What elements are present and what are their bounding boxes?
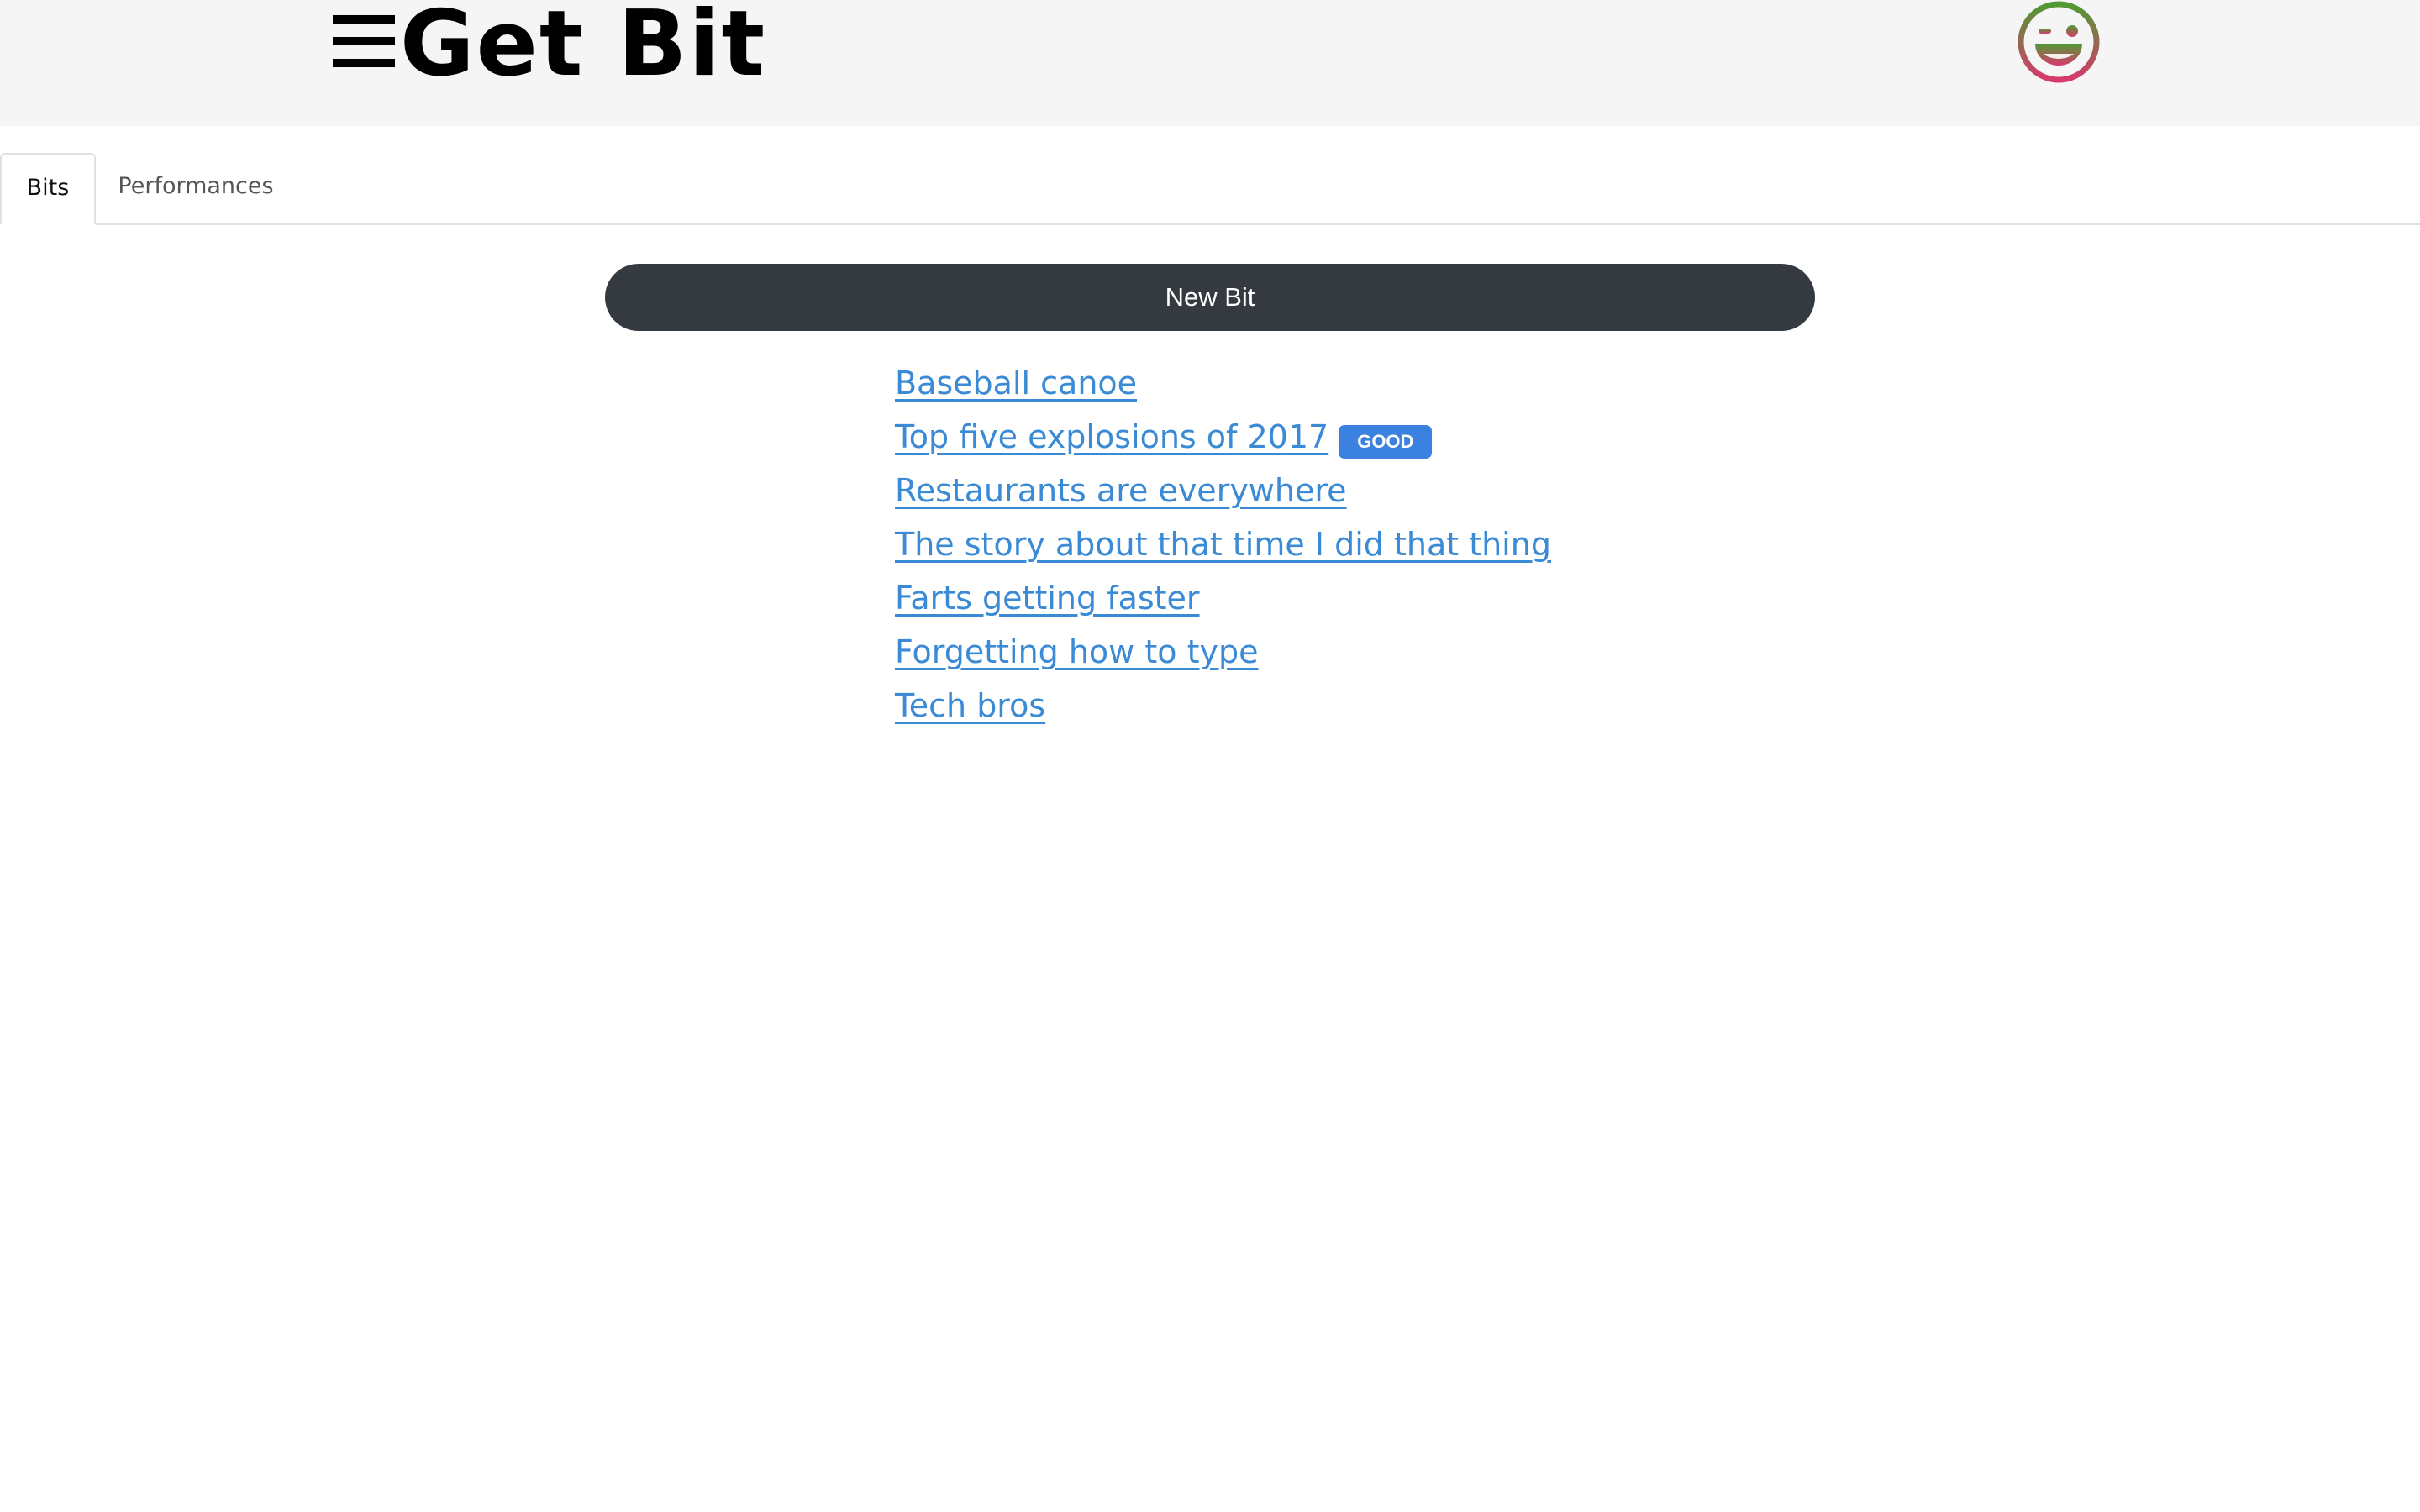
- tab-bar: Bits Performances: [0, 153, 2420, 225]
- list-item: The story about that time I did that thi…: [895, 517, 1551, 571]
- bit-link[interactable]: Farts getting faster: [895, 580, 1200, 617]
- page: Get Bit Bits Performances New Bit Baseba…: [0, 0, 2420, 1512]
- menu-line: [333, 15, 395, 24]
- menu-line: [333, 37, 395, 45]
- tab-bits[interactable]: Bits: [0, 153, 96, 225]
- bit-link[interactable]: Baseball canoe: [895, 365, 1137, 402]
- bit-link[interactable]: Tech bros: [895, 687, 1045, 724]
- bit-link[interactable]: The story about that time I did that thi…: [895, 526, 1551, 563]
- menu-line: [333, 59, 395, 67]
- list-item: Farts getting faster: [895, 571, 1551, 625]
- bit-link[interactable]: Restaurants are everywhere: [895, 472, 1347, 509]
- list-item: Baseball canoe: [895, 356, 1551, 410]
- tab-performances[interactable]: Performances: [104, 153, 287, 223]
- bit-list: Baseball canoe Top five explosions of 20…: [895, 356, 1551, 732]
- list-item: Top five explosions of 2017 GOOD: [895, 410, 1551, 464]
- bit-link[interactable]: Forgetting how to type: [895, 633, 1258, 670]
- app-title[interactable]: Get Bit: [400, 0, 766, 94]
- hamburger-menu-icon[interactable]: [333, 15, 395, 67]
- top-navbar: Get Bit: [0, 0, 2420, 126]
- list-item: Tech bros: [895, 679, 1551, 732]
- bit-link[interactable]: Top five explosions of 2017: [895, 418, 1328, 455]
- list-item: Forgetting how to type: [895, 625, 1551, 679]
- new-bit-button[interactable]: New Bit: [605, 264, 1815, 331]
- list-item: Restaurants are everywhere: [895, 464, 1551, 517]
- laughing-face-icon[interactable]: [2017, 0, 2101, 84]
- status-badge: GOOD: [1339, 424, 1433, 459]
